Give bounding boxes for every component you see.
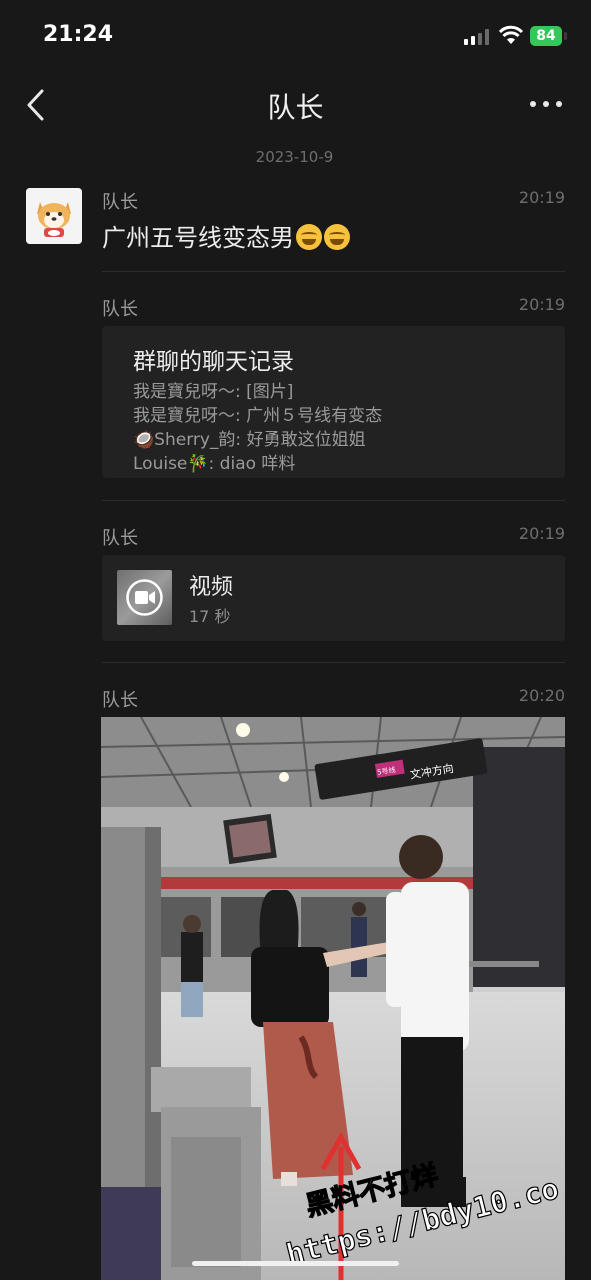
message-time: 20:20 xyxy=(518,686,565,705)
chat-title: 队长 xyxy=(267,91,324,124)
chat-record-line: 我是寶兒呀～: 广州５号线有变态 xyxy=(133,406,383,426)
status-bar: 21:24 84 xyxy=(0,0,591,72)
message-time: 20:19 xyxy=(518,188,565,207)
message-divider xyxy=(102,500,565,501)
message-divider xyxy=(102,662,565,663)
battery-indicator: 84 xyxy=(530,26,562,46)
cellular-signal-icon xyxy=(464,29,490,45)
message-text[interactable]: 广州五号线变态男 xyxy=(102,218,350,253)
home-indicator[interactable] xyxy=(192,1261,399,1266)
chat-record-line: Louise🎋: diao 咩料 xyxy=(133,454,296,474)
video-camera-icon xyxy=(126,579,163,616)
date-separator: 2023-10-9 xyxy=(24,148,565,166)
crying-laughing-emoji-icon xyxy=(324,224,350,250)
video-thumbnail xyxy=(117,570,172,625)
status-time: 21:24 xyxy=(43,22,114,47)
image-message-photo[interactable]: 文冲方向 5号线 黑料不打烊 https://bdy10.co xyxy=(101,717,565,1280)
message-sender: 队长 xyxy=(102,299,138,320)
shiba-dog-avatar-icon xyxy=(26,188,82,244)
nav-bar: 队长 xyxy=(0,72,591,138)
subway-platform-photo: 文冲方向 5号线 黑料不打烊 https://bdy10.co xyxy=(101,717,565,1280)
chat-record-card[interactable]: 群聊的聊天记录 我是寶兒呀～: [图片] 我是寶兒呀～: 广州５号线有变态 🥥S… xyxy=(102,326,565,478)
chat-record-title: 群聊的聊天记录 xyxy=(133,349,294,375)
video-title: 视频 xyxy=(189,575,234,600)
more-options-icon[interactable] xyxy=(528,96,564,112)
message-time: 20:19 xyxy=(518,524,565,543)
chat-record-line: 我是寶兒呀～: [图片] xyxy=(133,382,294,402)
date-separator-text: 2023-10-9 xyxy=(255,148,334,166)
avatar[interactable] xyxy=(26,188,82,244)
battery-tip xyxy=(564,32,567,40)
video-message-card[interactable]: 视频 17 秒 xyxy=(102,555,565,641)
message-time: 20:19 xyxy=(518,295,565,314)
message-sender: 队长 xyxy=(102,528,138,549)
message-divider xyxy=(102,271,565,272)
message-sender: 队长 xyxy=(102,192,138,213)
wifi-icon xyxy=(498,25,524,44)
message-sender: 队长 xyxy=(102,690,138,711)
crying-laughing-emoji-icon xyxy=(296,224,322,250)
video-duration: 17 秒 xyxy=(189,607,231,626)
chat-record-line: 🥥Sherry_韵: 好勇敢这位姐姐 xyxy=(133,430,366,450)
message-text-content: 广州五号线变态男 xyxy=(102,224,294,252)
